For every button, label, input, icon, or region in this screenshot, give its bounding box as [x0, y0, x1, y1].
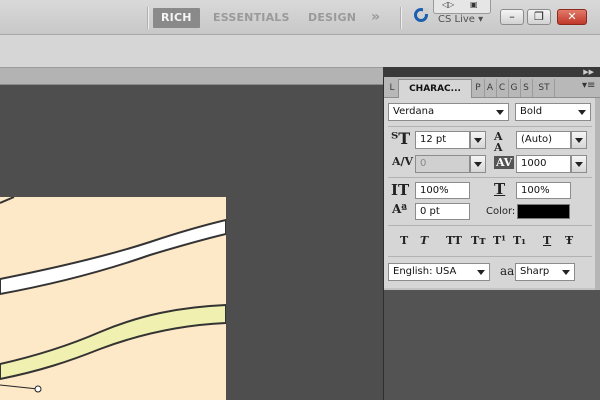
underline-button[interactable]: T: [543, 234, 551, 247]
subscript-button[interactable]: T₁: [513, 234, 526, 247]
baseline-shift-field[interactable]: 0 pt: [415, 203, 470, 220]
kerning-value: 0: [420, 158, 427, 169]
close-icon: ✕: [567, 10, 577, 23]
leading-value: (Auto): [521, 134, 553, 145]
chevron-down-icon: [578, 110, 586, 115]
antialias-icon: aa: [500, 264, 515, 278]
options-bar: [0, 35, 600, 68]
tracking-value: 1000: [521, 158, 547, 169]
cs-live-menu[interactable]: CS Live ▾: [438, 14, 483, 25]
more-workspaces-button[interactable]: »: [371, 8, 380, 26]
document-canvas[interactable]: [0, 197, 226, 400]
divider: [388, 225, 592, 226]
font-size-dropdown-button[interactable]: [470, 131, 486, 149]
panel-footer: [384, 288, 595, 290]
close-button[interactable]: ✕: [557, 9, 587, 25]
faux-italic-button[interactable]: T: [420, 234, 428, 247]
leading-dropdown-button[interactable]: [571, 131, 587, 149]
screen-mode-icon[interactable]: ▣: [470, 0, 478, 9]
vertical-scale-value: 100%: [420, 185, 449, 196]
cs-live-icon[interactable]: [414, 8, 429, 22]
panel-menu-icon[interactable]: ▾≡: [582, 80, 595, 91]
tracking-icon: AV: [494, 156, 515, 169]
tracking-field[interactable]: 1000: [516, 155, 571, 173]
vertical-scale-field[interactable]: 100%: [415, 182, 470, 199]
chevron-down-icon: [562, 270, 570, 275]
document-tab-strip[interactable]: [0, 68, 384, 85]
chevron-down-icon: [477, 270, 485, 275]
path-anchor-point[interactable]: [34, 385, 42, 393]
horizontal-scale-field[interactable]: 100%: [516, 182, 571, 199]
strikethrough-button[interactable]: Ŧ: [565, 234, 573, 247]
horizontal-scale-value: 100%: [521, 185, 550, 196]
baseline-shift-value: 0 pt: [420, 206, 440, 217]
horizontal-scale-icon: T: [494, 180, 506, 198]
collapse-dock-icon[interactable]: ▶▶: [583, 67, 594, 77]
workspace-tab-essentials[interactable]: ESSENTIALS: [213, 8, 290, 28]
font-family-dropdown[interactable]: Verdana: [388, 103, 509, 121]
separator: [147, 7, 148, 29]
kerning-field: 0: [415, 155, 470, 173]
divider: [388, 126, 592, 127]
leading-field[interactable]: (Auto): [516, 131, 571, 149]
all-caps-button[interactable]: TT: [446, 234, 462, 247]
language-dropdown[interactable]: English: USA: [388, 263, 490, 281]
font-size-value: 12 pt: [420, 134, 447, 145]
minimize-button[interactable]: –: [500, 9, 524, 25]
tracking-dropdown-button[interactable]: [571, 155, 587, 173]
color-label: Color:: [486, 206, 516, 217]
minimize-icon: –: [509, 10, 515, 23]
panel-scrollbar[interactable]: [595, 98, 600, 290]
application-bar: RICH ESSENTIALS DESIGN » CS Live ▾ ◁▷ ▣ …: [0, 0, 600, 35]
chevron-down-icon: [496, 110, 504, 115]
divider: [388, 256, 592, 257]
faux-bold-button[interactable]: T: [400, 234, 408, 247]
vertical-scale-icon: IT: [391, 181, 410, 199]
restore-button[interactable]: ❐: [527, 9, 551, 25]
text-color-swatch[interactable]: [517, 204, 570, 219]
small-caps-button[interactable]: Tт: [471, 234, 486, 247]
superscript-button[interactable]: T¹: [493, 234, 506, 247]
antialias-dropdown[interactable]: Sharp: [515, 263, 575, 281]
workspace-tab-rich[interactable]: RICH: [153, 8, 200, 28]
arrange-icon[interactable]: ◁▷: [442, 0, 454, 9]
language-value: English: USA: [393, 266, 457, 277]
divider: [388, 177, 592, 178]
font-style-dropdown[interactable]: Bold: [515, 103, 591, 121]
kerning-dropdown-button[interactable]: [470, 155, 486, 173]
font-style-value: Bold: [520, 106, 543, 117]
baseline-shift-icon: Aª: [392, 202, 408, 216]
separator: [400, 7, 401, 29]
font-size-icon: ᵀT: [391, 129, 411, 148]
kerning-icon: A/V: [392, 155, 414, 168]
restore-icon: ❐: [534, 10, 544, 23]
mini-toolbar: ◁▷ ▣: [433, 0, 491, 14]
antialias-value: Sharp: [520, 266, 550, 277]
dock-header: [383, 67, 600, 77]
leading-icon: AA: [494, 130, 503, 154]
tab-character[interactable]: CHARAC...: [398, 79, 472, 98]
font-family-value: Verdana: [393, 106, 435, 117]
tab-styles[interactable]: ST: [534, 79, 555, 97]
workspace-tab-design[interactable]: DESIGN: [308, 8, 356, 28]
tab-swatches[interactable]: S: [520, 79, 533, 97]
font-size-field[interactable]: 12 pt: [415, 131, 470, 149]
panel-tab-strip: L CHARAC... P A C G S ST: [384, 77, 600, 98]
